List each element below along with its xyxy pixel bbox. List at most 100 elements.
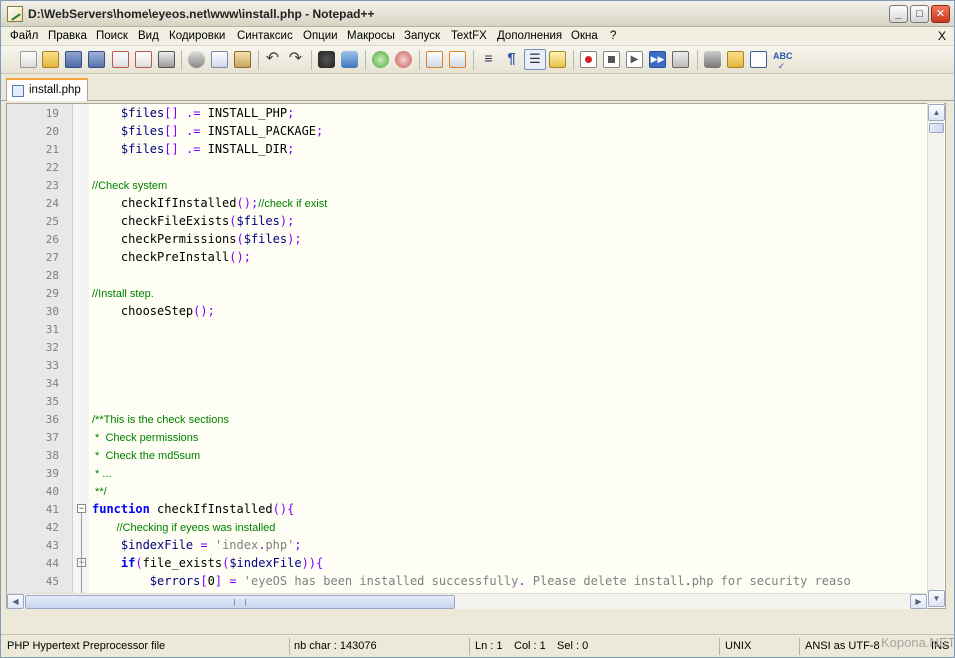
notepadpp-app-icon[interactable] <box>7 6 23 22</box>
console-icon[interactable] <box>750 51 767 68</box>
menu-options[interactable]: Опции <box>303 30 338 42</box>
zoom-out-icon[interactable] <box>395 51 412 68</box>
folder-icon[interactable] <box>727 51 744 68</box>
code-line[interactable]: 32 <box>7 338 927 356</box>
save-macro-icon[interactable] <box>672 51 689 68</box>
menu-bar: Файл Правка Поиск Вид Кодировки Синтакси… <box>1 27 954 46</box>
menu-windows[interactable]: Окна <box>571 30 598 42</box>
fold-toggle-icon[interactable]: − <box>77 504 86 513</box>
scroll-left-button[interactable]: ◀ <box>7 594 24 609</box>
replace-icon[interactable] <box>341 51 358 68</box>
tab-install-php[interactable]: install.php <box>6 78 88 101</box>
line-number: 24 <box>45 197 59 210</box>
show-all-characters-icon[interactable]: ¶ <box>503 51 520 68</box>
user-language-icon[interactable] <box>549 51 566 68</box>
close-file-icon[interactable] <box>112 51 129 68</box>
menu-encoding[interactable]: Кодировки <box>169 30 225 42</box>
code-line[interactable]: 22 <box>7 158 927 176</box>
code-line[interactable]: 45 $errors[0] = 'eyeOS has been installe… <box>7 572 927 590</box>
save-icon[interactable] <box>65 51 82 68</box>
code-line[interactable]: 35 <box>7 392 927 410</box>
code-text: checkPreInstall(); <box>92 250 251 264</box>
code-line[interactable]: 21 $files[] .= INSTALL_DIR; <box>7 140 927 158</box>
code-line[interactable]: 27 checkPreInstall(); <box>7 248 927 266</box>
menu-syntax[interactable]: Синтаксис <box>237 30 293 42</box>
code-line[interactable]: 23 //Check system <box>7 176 927 194</box>
menu-macros[interactable]: Макросы <box>347 30 395 42</box>
menu-view[interactable]: Вид <box>138 30 159 42</box>
menu-edit[interactable]: Правка <box>48 30 87 42</box>
menu-run[interactable]: Запуск <box>404 30 440 42</box>
notepadpp-window: D:\WebServers\home\eyeos.net\www\install… <box>0 0 955 658</box>
horizontal-scrollbar[interactable]: ◀ ▶ <box>7 593 927 609</box>
document-tab-bar: install.php <box>1 74 954 101</box>
code-line[interactable]: 24 checkIfInstalled();//check if exist <box>7 194 927 212</box>
code-line[interactable]: 31 <box>7 320 927 338</box>
menu-file[interactable]: Файл <box>10 30 38 42</box>
indent-guide-icon[interactable]: ☰ <box>524 49 546 70</box>
code-line[interactable]: 34 <box>7 374 927 392</box>
explorer-icon[interactable] <box>704 51 721 68</box>
close-all-icon[interactable] <box>135 51 152 68</box>
sync-vertical-icon[interactable] <box>426 51 443 68</box>
maximize-button[interactable]: □ <box>910 5 929 23</box>
code-line[interactable]: 36 /**This is the check sections <box>7 410 927 428</box>
run-macro-multiple-icon[interactable]: ▶▶ <box>649 51 666 68</box>
minimize-button[interactable]: _ <box>889 5 908 23</box>
line-number: 27 <box>45 251 59 264</box>
status-separator <box>289 638 290 655</box>
code-line[interactable]: 25 checkFileExists($files); <box>7 212 927 230</box>
horizontal-scroll-thumb[interactable] <box>25 595 455 609</box>
find-icon[interactable] <box>318 51 335 68</box>
print-icon[interactable] <box>158 51 175 68</box>
open-icon[interactable] <box>42 51 59 68</box>
spellcheck-icon[interactable]: ABC ✓ <box>773 51 793 71</box>
scroll-right-button[interactable]: ▶ <box>910 594 927 609</box>
menu-plugins[interactable]: Дополнения <box>497 30 562 42</box>
line-number: 20 <box>45 125 59 138</box>
code-line[interactable]: 19 $files[] .= INSTALL_PHP; <box>7 104 927 122</box>
play-macro-icon[interactable]: ▶ <box>626 51 643 68</box>
undo-icon[interactable]: ↶ <box>264 51 281 68</box>
code-editor[interactable]: 19 $files[] .= INSTALL_PHP; 20 $files[] .… <box>6 103 946 609</box>
save-all-icon[interactable] <box>88 51 105 68</box>
new-icon[interactable] <box>20 51 37 68</box>
vertical-scrollbar[interactable]: ▲ ▼ <box>927 103 945 607</box>
record-macro-icon[interactable] <box>580 51 597 68</box>
code-line[interactable]: 37 * Check permissions <box>7 428 927 446</box>
scroll-up-button[interactable]: ▲ <box>928 104 945 121</box>
title-bar[interactable]: D:\WebServers\home\eyeos.net\www\install… <box>1 1 954 27</box>
code-line[interactable]: 33 <box>7 356 927 374</box>
code-line[interactable]: 44− if(file_exists($indexFile)){ <box>7 554 927 572</box>
zoom-in-icon[interactable] <box>372 51 389 68</box>
close-button[interactable]: ✕ <box>931 5 950 23</box>
code-line[interactable]: 28 <box>7 266 927 284</box>
code-line[interactable]: 43 $indexFile = 'index.php'; <box>7 536 927 554</box>
copy-icon[interactable] <box>211 51 228 68</box>
menu-help[interactable]: ? <box>610 30 616 42</box>
code-line[interactable]: 38 * Check the md5sum <box>7 446 927 464</box>
cut-icon[interactable] <box>188 51 205 68</box>
status-eol-format: UNIX <box>725 640 752 652</box>
line-number: 25 <box>45 215 59 228</box>
menu-textfx[interactable]: TextFX <box>451 30 487 42</box>
stop-macro-icon[interactable] <box>603 51 620 68</box>
vertical-scroll-thumb[interactable] <box>929 123 944 133</box>
code-line[interactable]: 26 checkPermissions($files); <box>7 230 927 248</box>
scroll-down-button[interactable]: ▼ <box>928 590 945 607</box>
paste-icon[interactable] <box>234 51 251 68</box>
code-text: function checkIfInstalled(){ <box>92 502 295 516</box>
word-wrap-icon[interactable]: ≡ <box>480 51 497 68</box>
redo-icon[interactable]: ↷ <box>287 51 304 68</box>
menu-close-doc[interactable]: X <box>938 29 946 43</box>
code-line[interactable]: 20 $files[] .= INSTALL_PACKAGE; <box>7 122 927 140</box>
code-line[interactable]: 29 //Install step. <box>7 284 927 302</box>
sync-horizontal-icon[interactable] <box>449 51 466 68</box>
menu-search[interactable]: Поиск <box>96 30 128 42</box>
code-line[interactable]: 42 //Checking if eyeos was installed <box>7 518 927 536</box>
code-line[interactable]: 40 **/ <box>7 482 927 500</box>
code-line[interactable]: 39 * ... <box>7 464 927 482</box>
line-number: 28 <box>45 269 59 282</box>
code-line[interactable]: 41 − function checkIfInstalled(){ <box>7 500 927 518</box>
code-line[interactable]: 30 chooseStep(); <box>7 302 927 320</box>
